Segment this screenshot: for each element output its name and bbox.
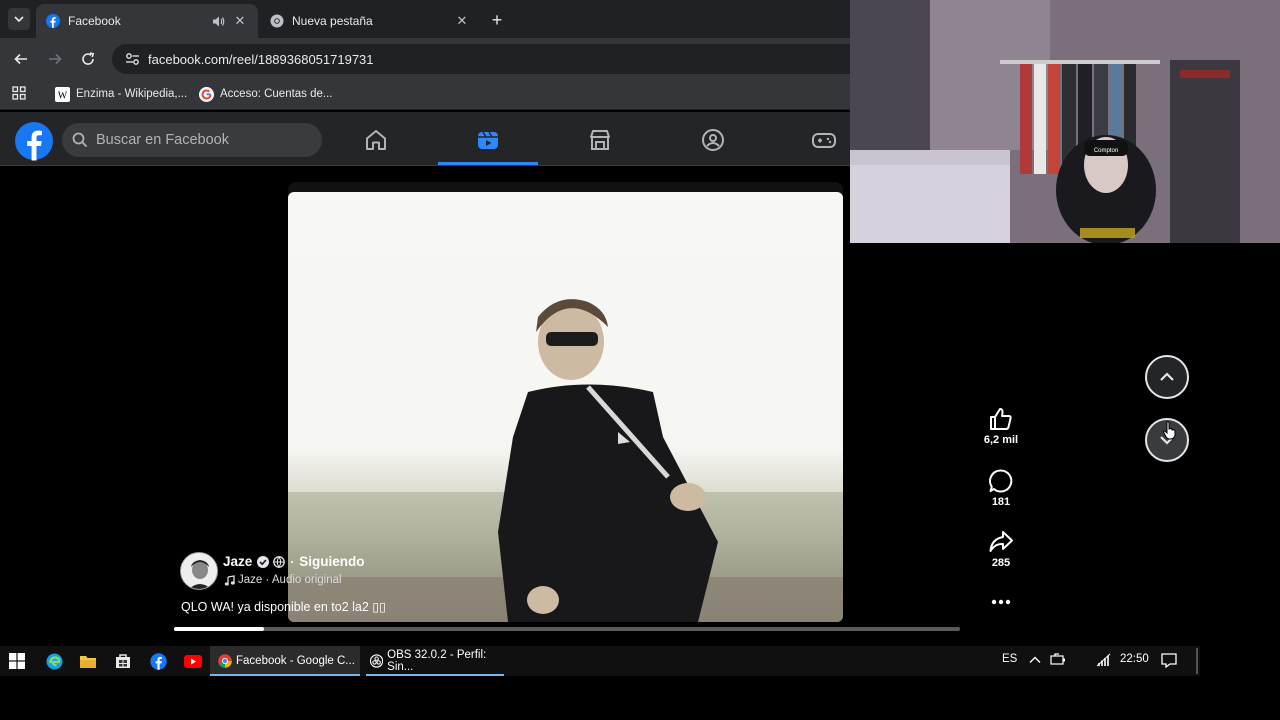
close-tab-icon[interactable]: ✕ <box>232 13 248 29</box>
reel-video[interactable] <box>288 192 843 622</box>
taskbar-app-label: Facebook - Google C... <box>236 655 355 667</box>
chevron-up-icon <box>1160 372 1174 381</box>
comment-count: 181 <box>991 496 1011 508</box>
windows-start-icon[interactable] <box>6 650 28 672</box>
battery-icon[interactable] <box>1050 653 1066 667</box>
author-line: Jaze · Siguiendo <box>223 554 365 569</box>
bookmark-wikipedia[interactable]: W Enzima - Wikipedia,... <box>55 85 187 103</box>
language-indicator[interactable]: ES <box>1002 653 1017 665</box>
chrome-icon <box>218 654 232 668</box>
tab-title: Facebook <box>68 14 121 28</box>
running-app-indicator <box>366 674 504 676</box>
wikipedia-icon: W <box>55 86 70 102</box>
author-avatar[interactable] <box>180 552 218 590</box>
reels-icon[interactable] <box>472 124 504 156</box>
file-explorer-icon[interactable] <box>77 650 99 672</box>
more-options-button[interactable] <box>978 592 1024 612</box>
clock[interactable]: 22:50 <box>1120 653 1149 665</box>
audio-label: Jaze · Audio original <box>238 574 342 586</box>
youtube-icon[interactable] <box>182 650 204 672</box>
webcam-overlay: Compton <box>850 0 1280 243</box>
verified-badge-icon <box>257 555 270 568</box>
bookmark-label: Acceso: Cuentas de... <box>220 88 333 100</box>
tab-facebook[interactable]: Facebook ✕ <box>36 4 258 38</box>
obs-icon <box>370 654 384 668</box>
store-icon[interactable] <box>112 650 134 672</box>
like-count: 6,2 mil <box>983 434 1019 446</box>
music-note-icon <box>224 574 235 586</box>
tab-search-button[interactable] <box>8 8 30 30</box>
active-app-indicator <box>210 674 360 676</box>
home-icon[interactable] <box>360 124 392 156</box>
taskbar-app-label: OBS 32.0.2 - Perfil: Sin... <box>387 649 487 673</box>
author-name[interactable]: Jaze <box>223 554 252 569</box>
facebook-search-input[interactable]: Buscar en Facebook <box>62 123 322 157</box>
marketplace-icon[interactable] <box>584 124 616 156</box>
notifications-icon[interactable] <box>1161 652 1177 668</box>
more-dots-icon <box>991 599 1011 605</box>
facebook-logo-icon[interactable] <box>14 121 54 161</box>
arrow-right-icon <box>49 53 62 65</box>
follow-status-button[interactable]: Siguiendo <box>299 554 364 569</box>
share-count: 285 <box>991 557 1011 569</box>
video-progress-bar[interactable] <box>174 627 960 631</box>
show-desktop-strip[interactable] <box>1196 648 1198 674</box>
globe-icon <box>273 555 286 568</box>
video-progress-fill <box>174 627 265 631</box>
taskbar-app-obs[interactable]: OBS 32.0.2 - Perfil: Sin... <box>362 646 508 676</box>
chrome-icon <box>270 14 284 28</box>
taskbar-app-chrome[interactable]: Facebook - Google C... <box>210 646 360 676</box>
facebook-favicon-icon <box>46 14 60 28</box>
like-action[interactable]: 6,2 mil <box>978 406 1024 446</box>
site-info-icon[interactable] <box>118 52 148 66</box>
search-placeholder: Buscar en Facebook <box>96 132 229 148</box>
windows-taskbar <box>0 646 1200 676</box>
back-button[interactable] <box>10 48 32 70</box>
share-icon <box>989 531 1013 552</box>
video-scene <box>288 299 843 622</box>
reel-caption: QLO WA! ya disponible en to2 la2 ▯▯ <box>181 600 387 614</box>
forward-button[interactable] <box>44 48 66 70</box>
reload-button[interactable] <box>77 48 99 70</box>
separator-dot: · <box>290 554 295 569</box>
edge-icon[interactable] <box>43 650 65 672</box>
tab-title: Nueva pestaña <box>292 14 373 28</box>
svg-text:W: W <box>58 90 68 101</box>
arrow-left-icon <box>14 53 27 65</box>
chevron-down-icon <box>14 16 24 23</box>
wifi-icon[interactable] <box>1096 653 1111 667</box>
apps-grid-icon[interactable] <box>12 86 26 100</box>
google-icon <box>199 86 214 102</box>
share-action[interactable]: 285 <box>978 529 1024 569</box>
facebook-app-icon[interactable] <box>147 650 169 672</box>
close-tab-icon[interactable]: ✕ <box>454 13 470 29</box>
search-icon <box>72 132 88 148</box>
address-bar[interactable]: facebook.com/reel/1889368051719731 <box>112 44 850 74</box>
new-tab-button[interactable]: + <box>486 9 508 31</box>
url-text: facebook.com/reel/1889368051719731 <box>148 51 374 67</box>
svg-text:Compton: Compton <box>1094 148 1118 154</box>
previous-reel-button[interactable] <box>1145 355 1189 399</box>
tab-new-tab[interactable]: Nueva pestaña ✕ <box>260 4 480 38</box>
webcam-scene: Compton <box>850 0 1280 243</box>
gaming-icon[interactable] <box>808 124 840 156</box>
mouse-cursor-icon <box>1162 420 1178 440</box>
active-tab-indicator <box>438 162 538 165</box>
comment-icon <box>989 469 1013 493</box>
reload-icon <box>82 52 95 65</box>
like-icon <box>990 408 1012 430</box>
bookmark-google-accounts[interactable]: Acceso: Cuentas de... <box>199 85 333 103</box>
comment-action[interactable]: 181 <box>978 468 1024 508</box>
speaker-icon[interactable] <box>210 13 226 29</box>
groups-icon[interactable] <box>697 124 729 156</box>
audio-line[interactable]: Jaze · Audio original <box>224 574 342 586</box>
tray-chevron-up-icon[interactable] <box>1029 654 1041 666</box>
bookmark-label: Enzima - Wikipedia,... <box>76 88 188 100</box>
